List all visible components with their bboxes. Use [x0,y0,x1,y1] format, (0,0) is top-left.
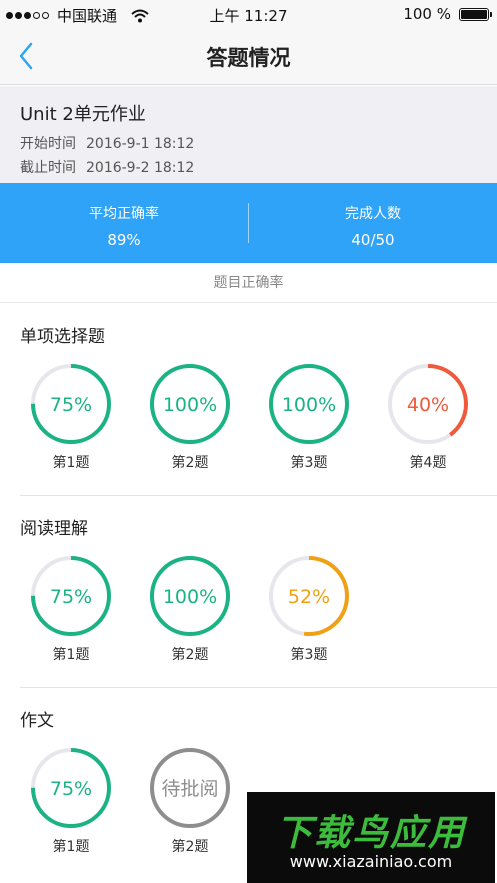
ring-percent-text: 100% [282,394,336,416]
question-label: 第1题 [52,839,90,855]
status-right: 100 % [403,5,492,23]
question-label: 第2题 [171,455,209,471]
accuracy-ring: 75% [31,364,111,444]
stats-band: 平均正确率 89% 完成人数 40/50 [0,183,497,263]
battery-icon [459,7,492,21]
completion-label: 完成人数 [345,206,401,222]
start-time-row: 开始时间 2016-9-1 18:12 [20,132,477,156]
group-title: 阅读理解 [20,519,88,539]
accuracy-ring: 100% [150,556,230,636]
question-label: 第1题 [52,455,90,471]
question-item[interactable]: 待批阅第2题 [145,745,235,856]
ring-percent-text: 75% [50,394,92,416]
ring-percent-text: 100% [163,586,217,608]
accuracy-ring: 100% [150,364,230,444]
question-item[interactable]: 75% 第1题 [26,361,116,472]
completion-stat: 完成人数 40/50 [249,183,497,263]
accuracy-ring: 40% [388,364,468,444]
group-title: 作文 [20,711,54,731]
question-label: 第1题 [52,647,90,663]
question-label: 第4题 [409,455,447,471]
group-divider [20,687,497,688]
ring-percent-text: 52% [288,586,330,608]
watermark-brand: 下载鸟应用 [275,813,466,854]
accuracy-ring: 75% [31,748,111,828]
assignment-title: Unit 2单元作业 [20,104,146,125]
end-time-row: 截止时间 2016-9-2 18:12 [20,156,477,180]
question-item[interactable]: 100% 第2题 [145,361,235,472]
page-title: 答题情况 [206,46,291,70]
group-divider [20,495,497,496]
nav-bar: 答题情况 [0,28,497,85]
group-title: 单项选择题 [20,327,105,347]
ring-percent-text: 待批阅 [161,778,218,800]
question-item[interactable]: 100% 第3题 [264,361,354,472]
ring-percent-text: 75% [50,586,92,608]
question-label: 第2题 [171,647,209,663]
end-time-value: 2016-9-2 18:12 [86,160,195,176]
watermark-url: www.xiazainiao.com [289,852,453,871]
average-accuracy-stat: 平均正确率 89% [0,183,248,263]
status-bar: 中国联通 上午 11:27 100 % [0,0,497,28]
ring-percent-text: 100% [163,394,217,416]
accuracy-ring: 52% [269,556,349,636]
question-item[interactable]: 52% 第3题 [264,553,354,664]
question-label: 第3题 [290,455,328,471]
accuracy-ring: 待批阅 [150,748,230,828]
assignment-info: Unit 2单元作业 开始时间 2016-9-1 18:12 截止时间 2016-9… [0,86,497,183]
question-item[interactable]: 75% 第1题 [26,745,116,856]
end-time-label: 截止时间 [20,160,76,176]
average-accuracy-label: 平均正确率 [89,206,159,222]
question-label: 第3题 [290,647,328,663]
watermark: 下载鸟应用 www.xiazainiao.com [247,792,495,883]
start-time-value: 2016-9-1 18:12 [86,136,195,152]
question-label: 第2题 [171,839,209,855]
section-caption: 题目正确率 [0,263,497,303]
ring-percent-text: 75% [50,778,92,800]
accuracy-ring: 75% [31,556,111,636]
start-time-label: 开始时间 [20,136,76,152]
question-item[interactable]: 100% 第2题 [145,553,235,664]
ring-percent-text: 40% [407,394,449,416]
completion-value: 40/50 [351,231,395,249]
accuracy-ring: 100% [269,364,349,444]
question-item[interactable]: 40% 第4题 [383,361,473,472]
battery-percent: 100 % [403,5,451,23]
average-accuracy-value: 89% [107,231,141,249]
question-item[interactable]: 75% 第1题 [26,553,116,664]
